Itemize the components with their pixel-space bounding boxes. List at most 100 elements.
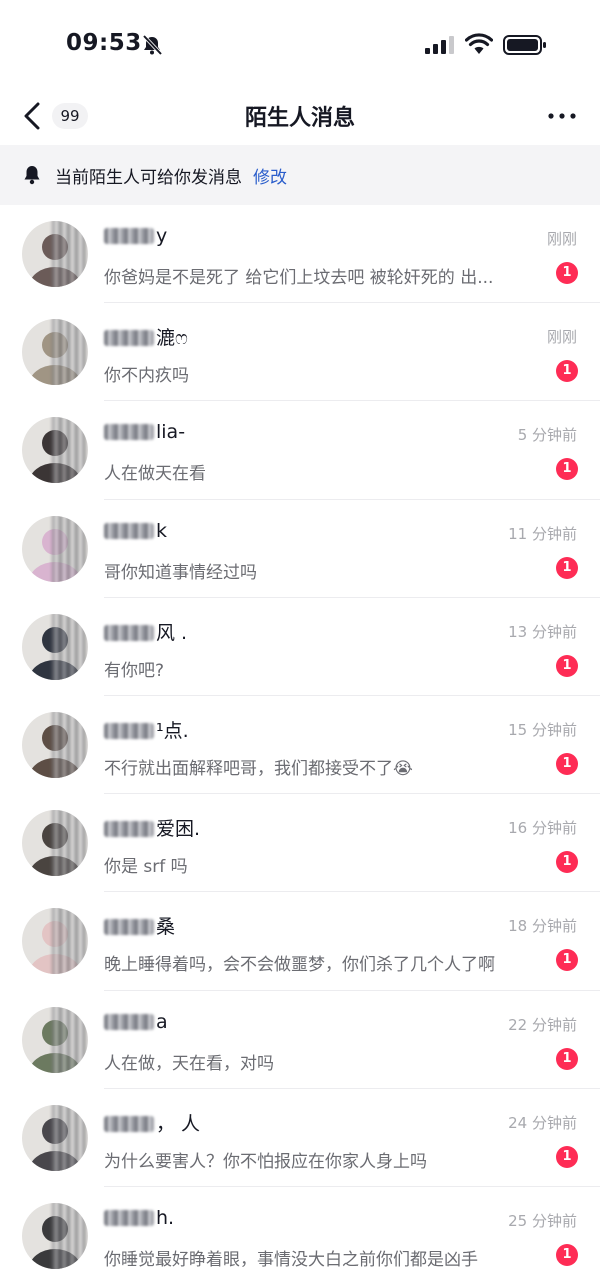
message-time: 15 分钟前 [508,720,577,739]
redacted-name-blur [104,330,154,347]
message-time: 13 分钟前 [508,622,577,641]
sender-name: 漉ෆ [104,323,188,350]
sender-name: y [104,225,167,247]
nav-bar: 99 陌生人消息 [0,88,600,144]
message-preview: 人在做，天在看，对吗 [104,1053,274,1074]
sender-name-text: a [156,1010,168,1033]
signal-icon [425,36,454,54]
message-preview: 你不内疚吗 [104,366,189,387]
redacted-name-blur [104,1209,154,1226]
sender-name: 风 . [104,618,187,645]
stranger-notice-bar: 当前陌生人可给你发消息 修改 [0,145,600,205]
redacted-name-blur [104,1013,154,1030]
sender-name: a [104,1011,168,1033]
sender-name: lia- [104,421,185,443]
modify-link[interactable]: 修改 [253,163,287,188]
conversation-item[interactable]: k 11 分钟前 哥你知道事情经过吗 1 [0,500,600,598]
unread-badge: 1 [556,851,578,874]
avatar[interactable] [22,613,88,680]
conversation-item[interactable]: y 刚刚 你爸妈是不是死了 给它们上坟去吧 被轮奸死的 出... 1 [0,205,600,304]
message-time: 25 分钟前 [508,1211,577,1230]
redacted-name-blur [104,821,154,838]
message-preview: 晚上睡得着吗，会不会做噩梦，你们杀了几个人了啊 [104,955,495,976]
avatar[interactable] [22,515,88,582]
message-preview: 有你吧? [104,660,165,681]
redacted-name-blur [104,624,154,641]
conversation-item[interactable]: lia- 5 分钟前 人在做天在看 1 [0,401,600,500]
avatar[interactable] [22,711,88,778]
avatar[interactable] [22,1006,88,1073]
message-time: 11 分钟前 [508,524,577,543]
unread-badge: 1 [556,949,578,972]
sender-name: ¹点. [104,716,189,743]
avatar[interactable] [22,810,88,877]
wifi-icon [465,33,493,54]
more-icon[interactable] [546,102,578,130]
conversation-list: y 刚刚 你爸妈是不是死了 给它们上坟去吧 被轮奸死的 出... 1 漉ෆ 刚刚… [0,205,600,1272]
avatar[interactable] [22,1202,88,1269]
conversation-item[interactable]: 桑 18 分钟前 晚上睡得着吗，会不会做噩梦，你们杀了几个人了啊 1 [0,892,600,991]
status-time: 09:53 [66,30,142,56]
sender-name-text: 漉ෆ [156,327,188,350]
message-preview: 为什么要害人？你不怕报应在你家人身上吗 [104,1151,427,1172]
message-preview: 你是 srf 吗 [104,857,188,878]
unread-badge: 1 [556,458,578,481]
conversation-item[interactable]: ¹点. 15 分钟前 不行就出面解释吧哥，我们都接受不了😭 1 [0,696,600,795]
avatar[interactable] [22,908,88,975]
sender-name-text: y [156,225,168,247]
redacted-name-blur [104,1115,154,1132]
conversation-item[interactable]: 风 . 13 分钟前 有你吧? 1 [0,598,600,696]
status-bar: 09:53 [0,0,600,90]
avatar[interactable] [22,319,88,386]
unread-badge: 1 [556,1047,578,1070]
sender-name-text: ， 人 [156,1112,201,1135]
sender-name-text: ¹点. [156,719,189,742]
redacted-name-blur [104,722,154,739]
bell-slash-icon [142,34,163,56]
unread-badge: 1 [556,1145,578,1168]
sender-name: ， 人 [104,1109,200,1136]
message-time: 16 分钟前 [508,819,577,838]
redacted-name-blur [104,522,154,539]
message-preview: 哥你知道事情经过吗 [104,562,257,583]
message-time: 18 分钟前 [508,917,577,936]
conversation-item[interactable]: 漉ෆ 刚刚 你不内疚吗 1 [0,303,600,402]
unread-badge: 1 [556,1243,578,1266]
sender-name: 爱困. [104,814,200,841]
sender-name-text: 风 . [156,621,188,644]
message-time: 刚刚 [546,328,577,347]
message-time: 刚刚 [546,230,577,248]
redacted-name-blur [104,424,154,441]
unread-badge: 1 [556,360,578,383]
conversation-item[interactable]: a 22 分钟前 人在做，天在看，对吗 1 [0,991,600,1089]
sender-name: 桑 [104,912,175,939]
message-time: 5 分钟前 [517,426,577,445]
sender-name-text: h. [156,1206,175,1229]
conversation-item[interactable]: ， 人 24 分钟前 为什么要害人？你不怕报应在你家人身上吗 1 [0,1089,600,1187]
message-time: 22 分钟前 [508,1015,577,1034]
sender-name-text: 桑 [156,916,176,939]
unread-badge: 1 [556,556,578,579]
unread-badge: 1 [556,752,578,775]
avatar[interactable] [22,417,88,484]
sender-name: h. [104,1207,174,1229]
message-preview: 你睡觉最好睁着眼，事情没大白之前你们都是凶手 [104,1249,478,1270]
unread-badge: 1 [556,654,578,677]
message-preview: 你爸妈是不是死了 给它们上坟去吧 被轮奸死的 出... [104,268,494,288]
avatar[interactable] [22,1104,88,1171]
avatar[interactable] [22,221,88,287]
message-preview: 不行就出面解释吧哥，我们都接受不了😭 [104,758,413,779]
redacted-name-blur [104,919,154,936]
message-time: 24 分钟前 [508,1113,577,1132]
conversation-item[interactable]: h. 25 分钟前 你睡觉最好睁着眼，事情没大白之前你们都是凶手 1 [0,1187,600,1272]
bell-icon [24,166,40,185]
sender-name-text: 爱困. [156,818,201,841]
sender-name-text: k [156,519,168,542]
sender-name-text: lia- [156,421,186,444]
message-preview: 人在做天在看 [104,464,206,485]
redacted-name-blur [104,228,154,244]
unread-badge: 1 [556,262,578,284]
conversation-item[interactable]: 爱困. 16 分钟前 你是 srf 吗 1 [0,794,600,893]
battery-icon [503,35,546,55]
sender-name: k [104,520,167,542]
